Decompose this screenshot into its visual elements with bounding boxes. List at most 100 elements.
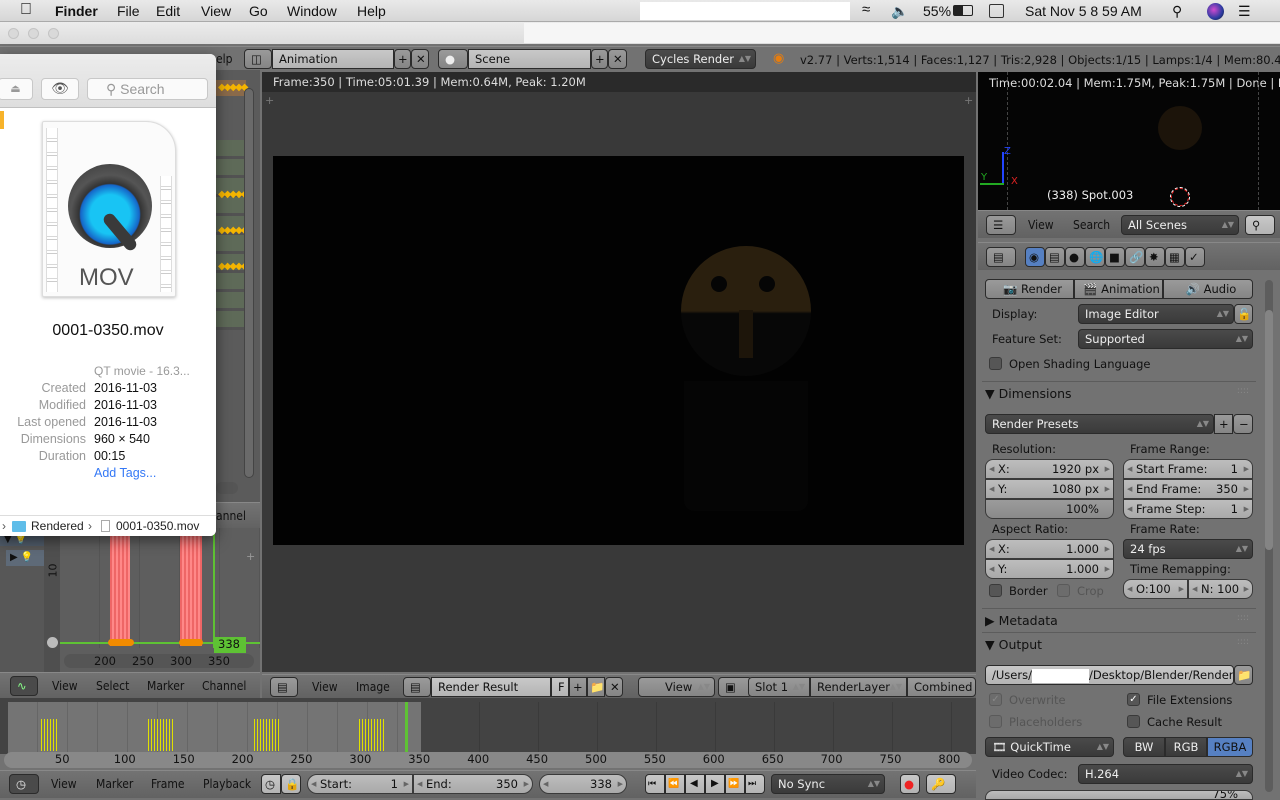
layout-type-button[interactable]: ◫ [244, 49, 272, 69]
clock[interactable]: Sat Nov 5 8 59 AM [1025, 3, 1142, 19]
tab-data-icon[interactable]: ✸ [1145, 247, 1165, 267]
close-window-button[interactable] [8, 28, 19, 39]
menu-go[interactable]: Go [249, 3, 268, 19]
render-layer-select[interactable]: RenderLayer ▲▼ [810, 677, 907, 697]
add-layout-button[interactable]: + [394, 49, 411, 69]
crop-checkbox[interactable] [1057, 584, 1070, 597]
keyframe-cluster[interactable]: ◆◆◆◆◆ [218, 189, 248, 200]
menu-file[interactable]: File [117, 3, 140, 19]
preview-range-icon[interactable]: ◷ [261, 774, 281, 794]
finder-search-field[interactable]: ⚲ Search [87, 78, 208, 100]
unlink-image-button[interactable]: ✕ [605, 677, 623, 697]
y-scroll-handle[interactable] [47, 637, 58, 648]
time-remap-new-field[interactable]: ◀ N: 100 ▶ [1188, 579, 1253, 599]
editor-type-outliner-button[interactable]: ☰ [986, 215, 1016, 235]
siri-icon[interactable] [1207, 3, 1224, 20]
aspect-x-field[interactable]: ◀ X: 1.000 ▶ [985, 539, 1114, 559]
placeholders-checkbox[interactable] [989, 715, 1002, 728]
outliner-search-icon[interactable]: ⚲ [1245, 215, 1275, 235]
tab-object-icon[interactable]: ■ [1105, 247, 1125, 267]
dopesheet-hscroll[interactable] [216, 482, 238, 494]
graph-y-scrollbar[interactable]: 10 [44, 528, 60, 672]
tab-world-icon[interactable]: 🌐 [1085, 247, 1105, 267]
new-image-button[interactable]: + [569, 677, 587, 697]
overwrite-checkbox[interactable]: ✓ [989, 693, 1002, 706]
open-image-folder-icon[interactable]: 📁 [587, 677, 605, 697]
jump-to-end-button[interactable]: ⏭ [745, 774, 765, 794]
timeline-ruler[interactable]: 50 100 150 200 250 300 350 400 450 500 550 600 650 70… [4, 752, 972, 768]
graph-x-ruler[interactable]: 200 250 300 350 [64, 654, 254, 668]
3d-viewport[interactable]: Time:00:02.04 | Mem:1.75M, Peak:1.75M | … [978, 72, 1280, 210]
menu-window[interactable]: Window [287, 3, 337, 19]
editor-type-timeline-button[interactable]: ◷ [9, 774, 39, 794]
channel-row-lamp[interactable]: ▶ 💡 [6, 550, 44, 566]
drag-handle-icon[interactable]: :::: [1237, 637, 1249, 647]
menu-edit[interactable]: Edit [156, 3, 180, 19]
drag-handle-icon[interactable]: :::: [1237, 386, 1249, 396]
video-codec-select[interactable]: H.264 ▲▼ [1078, 764, 1253, 784]
add-region-icon[interactable]: + [246, 550, 255, 563]
add-scene-button[interactable]: + [591, 49, 608, 69]
add-preset-button[interactable]: + [1214, 414, 1233, 434]
editor-type-image-button[interactable]: ▤ [270, 677, 298, 697]
menu-marker[interactable]: Marker [96, 777, 133, 791]
lock-interface-icon[interactable]: 🔓 [1234, 304, 1253, 324]
browse-folder-icon[interactable]: 📁 [1234, 665, 1253, 685]
tab-scene-icon[interactable]: ● [1065, 247, 1085, 267]
play-reverse-button[interactable]: ◀ [685, 774, 705, 794]
menu-view[interactable]: View [52, 679, 78, 693]
color-mode-bw[interactable]: BW [1123, 737, 1165, 757]
keyframe-markers[interactable] [254, 719, 281, 751]
image-browse-button[interactable]: ▤ [403, 677, 431, 697]
keying-set-icon[interactable]: 🔑 [926, 774, 956, 794]
dopesheet-scrollbar[interactable] [244, 88, 254, 478]
tab-render-layers-icon[interactable]: ▤ [1045, 247, 1065, 267]
audio-button[interactable]: 🔊 Audio [1163, 279, 1253, 299]
keyframe-cluster[interactable]: ◆◆◆◆◆ [218, 261, 248, 272]
border-checkbox[interactable] [989, 584, 1002, 597]
keyframe-markers[interactable] [148, 719, 175, 751]
add-region-icon[interactable]: + [265, 94, 274, 107]
feature-set-select[interactable]: Supported ▲▼ [1078, 329, 1253, 349]
menu-image[interactable]: Image [356, 680, 390, 694]
menu-view[interactable]: View [201, 3, 231, 19]
frame-step-field[interactable]: ◀ Frame Step: 1 ▶ [1123, 499, 1253, 519]
menu-view[interactable]: View [51, 777, 77, 791]
menu-help[interactable]: Help [357, 3, 386, 19]
end-frame-field[interactable]: ◀ End Frame: 350 ▶ [1123, 479, 1253, 499]
frame-rate-select[interactable]: 24 fps ▲▼ [1123, 539, 1253, 559]
aspect-y-field[interactable]: ◀ Y: 1.000 ▶ [985, 559, 1114, 579]
pivot-button[interactable]: ▣ [718, 677, 752, 697]
play-button[interactable]: ▶ [705, 774, 725, 794]
dimensions-panel-header[interactable]: ▼ Dimensions:::: [985, 386, 1253, 401]
menu-channel-partial[interactable]: annel [216, 509, 246, 523]
scene-type-button[interactable]: ● [438, 49, 468, 69]
eject-button[interactable]: ⏏ [0, 78, 33, 100]
apple-icon[interactable]:  [20, 1, 32, 19]
drag-handle-icon[interactable]: :::: [1237, 613, 1249, 623]
keyframe-cluster[interactable]: ◆◆◆◆◆ [218, 82, 248, 93]
color-mode-rgb[interactable]: RGB [1165, 737, 1207, 757]
fake-user-button[interactable]: F [551, 677, 569, 697]
tab-texture-icon[interactable]: ▦ [1165, 247, 1185, 267]
delete-layout-button[interactable]: ✕ [411, 49, 429, 69]
spotlight-search-icon[interactable]: ⚲ [1172, 3, 1182, 20]
volume-icon[interactable]: 🔈 [891, 3, 908, 20]
keyframe-markers[interactable] [41, 719, 59, 751]
osl-checkbox[interactable] [989, 357, 1002, 370]
image-editor-canvas[interactable]: + + [262, 92, 976, 672]
render-pass-select[interactable]: Combined [907, 677, 976, 697]
color-mode-rgba[interactable]: RGBA [1207, 737, 1253, 757]
record-button[interactable]: ● [900, 774, 920, 794]
render-button[interactable]: 📷 Render [985, 279, 1074, 299]
view-mode-select[interactable]: View ▲▼ [638, 677, 715, 697]
menu-playback[interactable]: Playback [203, 777, 251, 791]
file-extensions-checkbox[interactable]: ✓ [1127, 693, 1140, 706]
remove-preset-button[interactable]: − [1233, 414, 1253, 434]
keyframe-handle[interactable] [179, 639, 203, 646]
scene-name-field[interactable]: Scene [468, 49, 591, 69]
current-frame-field[interactable]: ◀ 338 ▶ [539, 774, 627, 794]
calendar-icon[interactable] [989, 4, 1004, 18]
tab-particles-icon[interactable]: ✓ [1185, 247, 1205, 267]
quality-slider[interactable]: 75% [985, 790, 1253, 800]
